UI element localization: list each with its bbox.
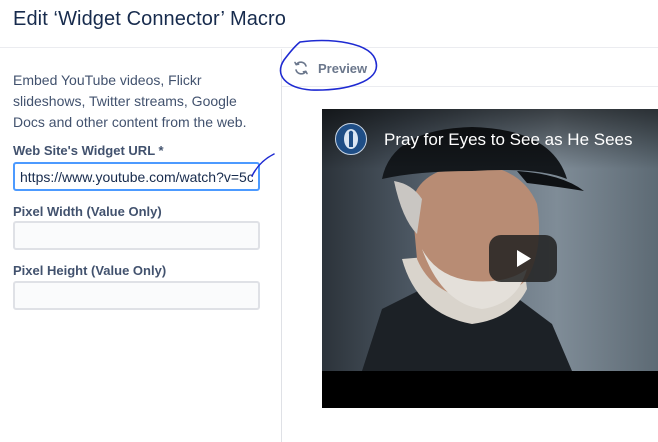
preview-panel: Preview Pray for Eyes to See as He Sees: [282, 49, 658, 442]
pixel-height-label: Pixel Height (Value Only): [13, 263, 167, 278]
macro-form-panel: Embed YouTube videos, Flickr slideshows,…: [0, 49, 282, 442]
refresh-icon[interactable]: [293, 60, 309, 76]
pixel-width-label: Pixel Width (Value Only): [13, 204, 162, 219]
macro-description: Embed YouTube videos, Flickr slideshows,…: [13, 72, 247, 130]
pixel-height-input[interactable]: [13, 281, 260, 310]
url-field-label: Web Site's Widget URL *: [13, 143, 164, 158]
play-icon: [517, 250, 531, 267]
pixel-width-input[interactable]: [13, 221, 260, 250]
preview-toolbar: Preview: [282, 49, 658, 87]
dialog-title: Edit ‘Widget Connector’ Macro: [13, 8, 287, 30]
dialog-header: Edit ‘Widget Connector’ Macro: [0, 0, 658, 48]
video-embed[interactable]: Pray for Eyes to See as He Sees: [322, 109, 658, 408]
play-button[interactable]: [489, 235, 557, 282]
preview-button[interactable]: Preview: [318, 61, 367, 76]
channel-avatar[interactable]: [335, 123, 367, 155]
widget-url-input[interactable]: [13, 162, 260, 191]
channel-logo-icon: [344, 129, 358, 149]
video-letterbox: [322, 371, 658, 408]
video-title[interactable]: Pray for Eyes to See as He Sees: [384, 130, 633, 150]
